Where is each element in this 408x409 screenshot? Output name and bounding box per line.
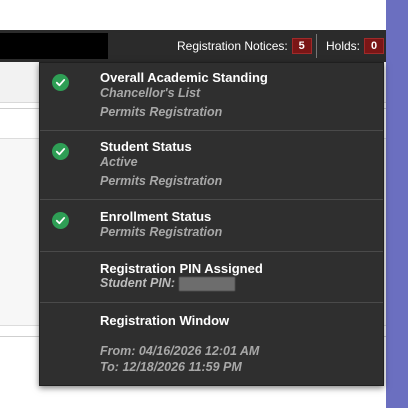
registration-notices-button[interactable]: Registration Notices: 5	[177, 38, 312, 54]
window-from: From: 04/16/2026 12:01 AM	[100, 344, 260, 358]
notice-item-enrollment-status: Enrollment Status Permits Registration	[40, 199, 383, 252]
notice-detail: Active	[100, 155, 138, 169]
student-pin-label: Student PIN:	[100, 276, 175, 290]
check-circle-icon	[52, 143, 69, 160]
registration-notices-label: Registration Notices:	[177, 39, 288, 53]
holds-label: Holds:	[326, 39, 361, 53]
notice-title: Enrollment Status	[100, 209, 212, 224]
page-top-area	[0, 0, 386, 30]
notice-title: Overall Academic Standing	[100, 70, 268, 85]
notice-item-registration-window: Registration Window From: 04/16/2026 12:…	[40, 302, 383, 385]
notice-detail: Chancellor's List	[100, 86, 201, 100]
registration-notices-badge: 5	[291, 38, 312, 54]
notice-item-academic-standing: Overall Academic Standing Chancellor's L…	[40, 63, 383, 131]
holds-badge: 0	[364, 38, 385, 54]
registration-notices-dropdown: Overall Academic Standing Chancellor's L…	[39, 62, 384, 386]
window-to: To: 12/18/2026 11:59 PM	[100, 360, 242, 374]
notice-status: Permits Registration	[100, 174, 223, 188]
notice-title: Registration PIN Assigned	[100, 261, 263, 276]
check-circle-icon	[52, 212, 69, 229]
notice-status: Permits Registration	[100, 225, 223, 239]
notice-item-registration-pin: Registration PIN Assigned Student PIN:	[40, 251, 383, 303]
notice-title: Student Status	[100, 139, 192, 154]
nav-divider	[316, 34, 317, 58]
top-navigation-bar: Registration Notices: 5 Holds: 0	[0, 30, 386, 63]
window-edge	[386, 0, 408, 408]
notice-item-student-status: Student Status Active Permits Registrati…	[40, 130, 383, 200]
check-circle-icon	[52, 74, 69, 91]
student-pin-redacted	[179, 276, 235, 291]
student-pin-row: Student PIN:	[100, 276, 235, 291]
holds-button[interactable]: Holds: 0	[326, 38, 385, 54]
notice-status: Permits Registration	[100, 105, 223, 119]
notice-title: Registration Window	[100, 313, 230, 328]
nav-left-block	[0, 33, 108, 59]
